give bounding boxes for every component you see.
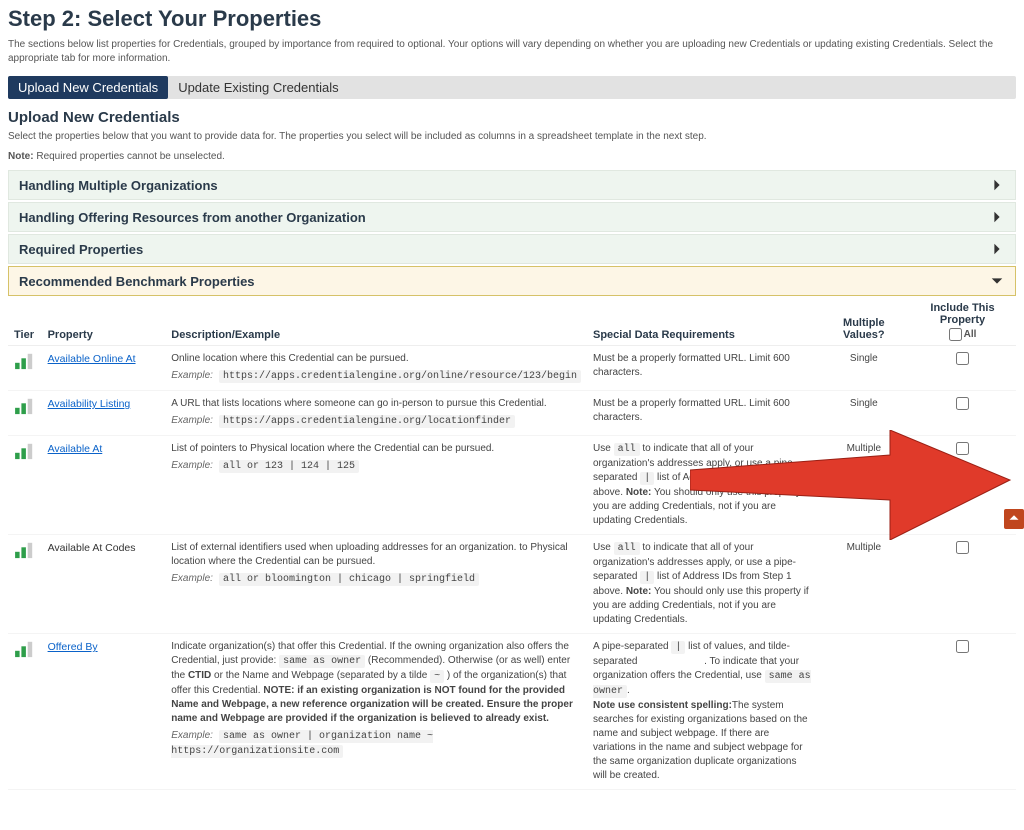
- special-requirements: Must be a properly formatted URL. Limit …: [587, 346, 819, 391]
- description-text: List of pointers to Physical location wh…: [171, 442, 581, 456]
- accordion-title: Recommended Benchmark Properties: [19, 274, 255, 289]
- col-tier: Tier: [8, 298, 42, 346]
- accordion-required[interactable]: Required Properties: [8, 234, 1016, 264]
- tab-upload-new[interactable]: Upload New Credentials: [8, 76, 168, 99]
- include-checkbox[interactable]: [956, 442, 969, 455]
- include-checkbox[interactable]: [956, 397, 969, 410]
- special-requirements: Use all to indicate that all of your org…: [587, 535, 819, 634]
- accordion-title: Handling Offering Resources from another…: [19, 210, 366, 225]
- page-title: Step 2: Select Your Properties: [8, 6, 1016, 32]
- property-link[interactable]: Available At: [48, 443, 103, 455]
- note-text: Required properties cannot be unselected…: [34, 151, 225, 162]
- special-requirements: Must be a properly formatted URL. Limit …: [587, 391, 819, 436]
- description-text: List of external identifiers used when u…: [171, 541, 581, 569]
- intro-text: The sections below list properties for C…: [8, 38, 1016, 66]
- example-code: all or bloomington | chicago | springfie…: [219, 573, 479, 586]
- property-link[interactable]: Availability Listing: [48, 398, 131, 410]
- include-checkbox[interactable]: [956, 352, 969, 365]
- multiple-values: Multiple: [819, 535, 909, 634]
- multiple-values: Single: [819, 346, 909, 391]
- table-row: Availability Listing A URL that lists loc…: [8, 391, 1016, 436]
- include-header-text: Include This Property: [915, 302, 1010, 326]
- table-row: Available At Codes List of external ident…: [8, 535, 1016, 634]
- tab-bar: Upload New Credentials Update Existing C…: [8, 76, 1016, 99]
- chevron-right-icon: [989, 241, 1005, 257]
- table-row: Available Online At Online location where…: [8, 346, 1016, 391]
- property-link[interactable]: Offered By: [48, 641, 98, 653]
- col-description: Description/Example: [165, 298, 587, 346]
- section-note: Note: Required properties cannot be unse…: [8, 150, 1016, 164]
- property-link[interactable]: Available Online At: [48, 353, 136, 365]
- tier-bars-icon: [14, 397, 34, 413]
- description-text: Indicate organization(s) that offer this…: [171, 640, 581, 726]
- tier-bars-icon: [14, 442, 34, 458]
- example-code: https://apps.credentialengine.org/online…: [219, 370, 581, 383]
- include-all-label: All: [964, 329, 977, 340]
- special-requirements: Use all to indicate that all of your org…: [587, 436, 819, 535]
- include-all-checkbox[interactable]: [949, 328, 962, 341]
- include-checkbox[interactable]: [956, 640, 969, 653]
- example-row: Example:https://apps.credentialengine.or…: [171, 369, 581, 384]
- tier-bars-icon: [14, 541, 34, 557]
- description-text: A URL that lists locations where someone…: [171, 397, 581, 411]
- include-checkbox[interactable]: [956, 541, 969, 554]
- col-multiple: Multiple Values?: [819, 298, 909, 346]
- example-row: Example:all or 123 | 124 | 125: [171, 459, 581, 474]
- tier-bars-icon: [14, 640, 34, 656]
- tier-bars-icon: [14, 352, 34, 368]
- properties-table: Tier Property Description/Example Specia…: [8, 298, 1016, 790]
- multiple-values: Single: [819, 391, 909, 436]
- tab-update-existing[interactable]: Update Existing Credentials: [168, 76, 348, 99]
- description-text: Online location where this Credential ca…: [171, 352, 581, 366]
- example-row: Example:all or bloomington | chicago | s…: [171, 572, 581, 587]
- col-special: Special Data Requirements: [587, 298, 819, 346]
- note-label: Note:: [8, 151, 34, 162]
- table-row: Offered By Indicate organization(s) that …: [8, 634, 1016, 790]
- accordion-offering[interactable]: Handling Offering Resources from another…: [8, 202, 1016, 232]
- col-property: Property: [42, 298, 166, 346]
- property-label: Available At Codes: [48, 542, 136, 554]
- example-row: Example:same as owner | organization nam…: [171, 729, 581, 759]
- multiple-values: Multiple: [819, 436, 909, 535]
- col-include: Include This Property All: [909, 298, 1016, 346]
- accordion-multi-org[interactable]: Handling Multiple Organizations: [8, 170, 1016, 200]
- example-code: all or 123 | 124 | 125: [219, 460, 359, 473]
- accordion-title: Required Properties: [19, 242, 143, 257]
- section-heading: Upload New Credentials: [8, 109, 1016, 126]
- example-code: https://apps.credentialengine.org/locati…: [219, 415, 515, 428]
- scroll-to-top-button[interactable]: [1004, 509, 1024, 529]
- example-row: Example:https://apps.credentialengine.or…: [171, 414, 581, 429]
- accordion-benchmark[interactable]: Recommended Benchmark Properties: [8, 266, 1016, 296]
- table-row: Available At List of pointers to Physical…: [8, 436, 1016, 535]
- chevron-down-icon: [989, 273, 1005, 289]
- section-text: Select the properties below that you wan…: [8, 130, 1016, 144]
- chevron-right-icon: [989, 209, 1005, 225]
- special-requirements: A pipe-separated | list of values, and t…: [587, 634, 819, 790]
- chevron-right-icon: [989, 177, 1005, 193]
- accordion-title: Handling Multiple Organizations: [19, 178, 218, 193]
- multiple-values: [819, 634, 909, 790]
